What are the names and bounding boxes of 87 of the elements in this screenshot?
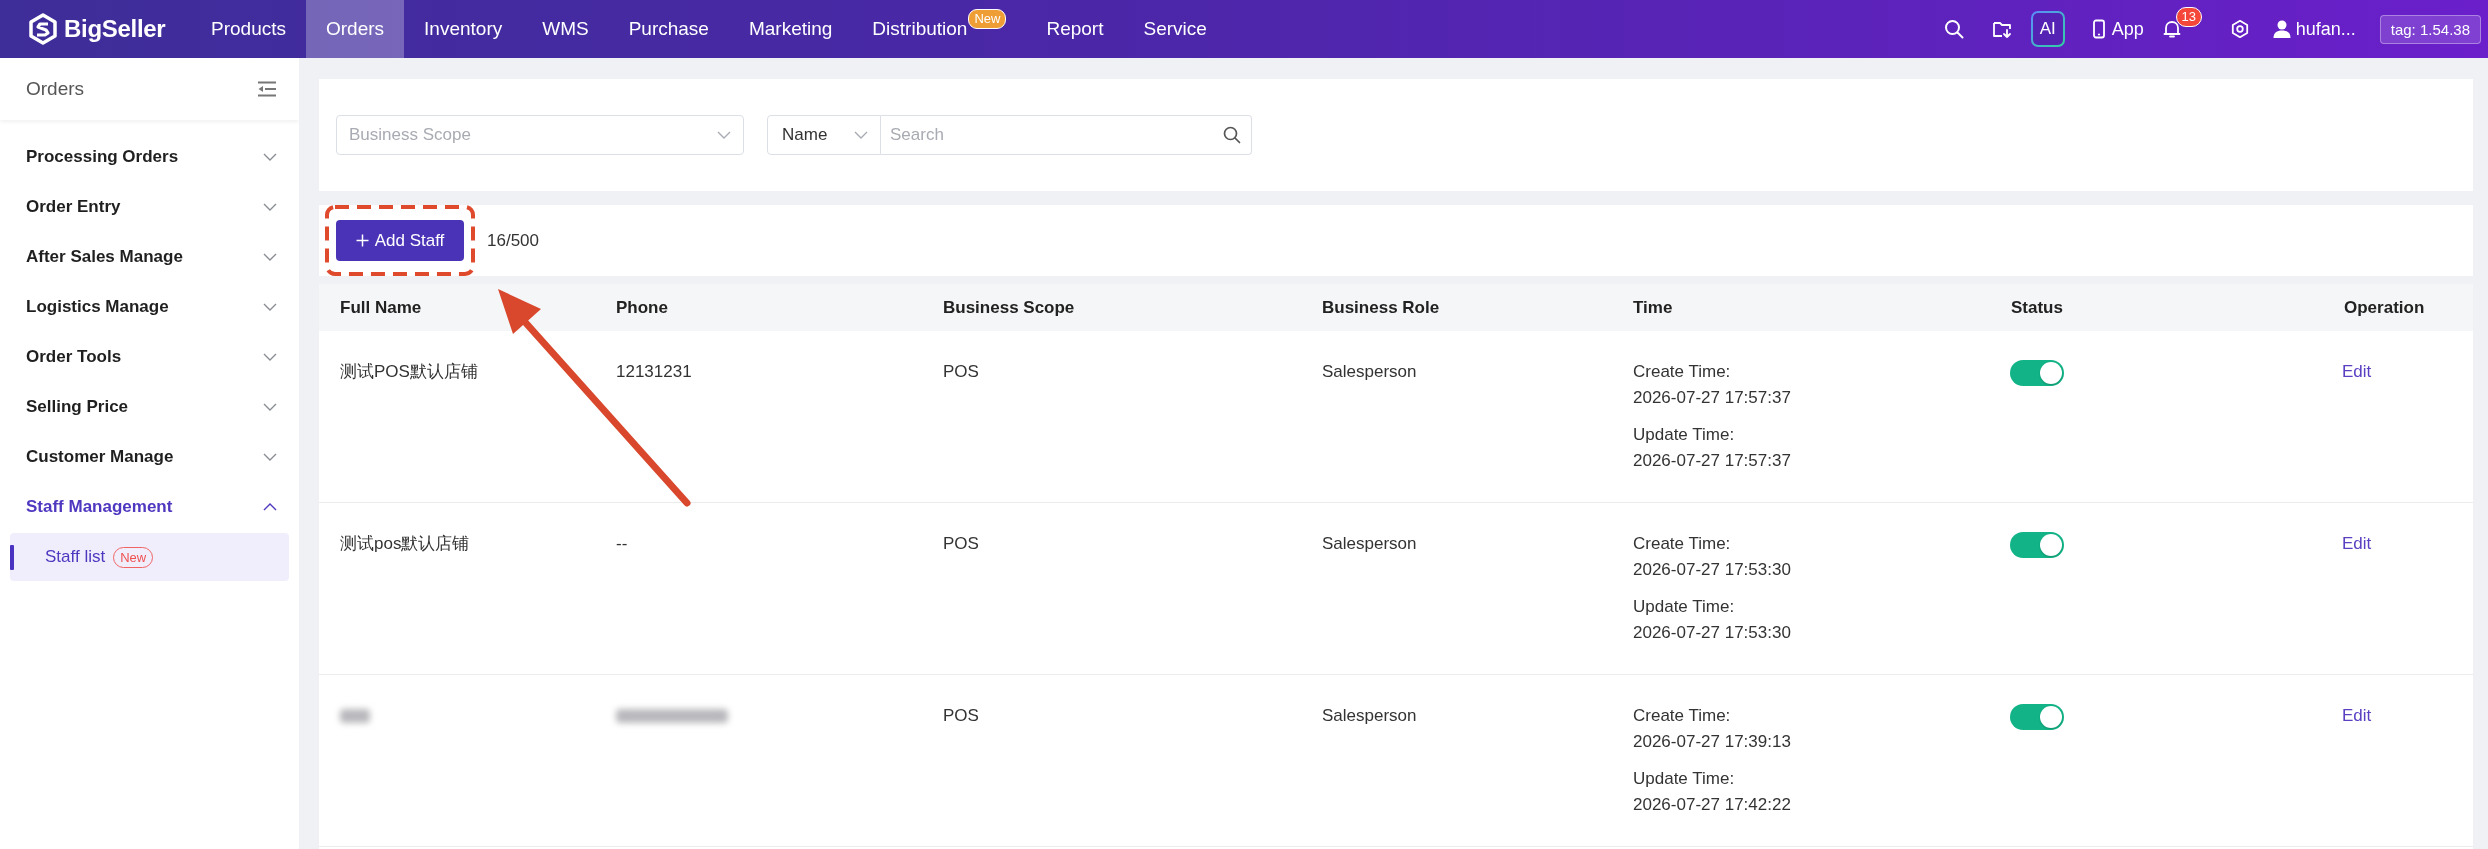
- blurred-name: [340, 709, 370, 723]
- folder-download-icon[interactable]: [1991, 19, 2012, 39]
- chevron-down-icon: [263, 353, 277, 361]
- status-toggle[interactable]: [2010, 532, 2064, 558]
- time-value: 2026-07-27 17:42:22: [1633, 794, 1791, 816]
- ai-assistant-button[interactable]: AI: [2030, 11, 2065, 47]
- staff-count: 16/500: [487, 230, 539, 251]
- logo-text: BigSeller: [64, 15, 166, 43]
- column-header: Business Scope: [942, 297, 1076, 318]
- table-cell: Salesperson: [1322, 706, 1417, 725]
- time-label: Update Time:: [1633, 424, 1735, 446]
- app-link[interactable]: App: [2091, 18, 2144, 40]
- time-value: 2026-07-27 17:57:37: [1633, 387, 1791, 409]
- edit-link[interactable]: Edit: [2342, 362, 2372, 381]
- column-header: Operation: [2343, 297, 2426, 318]
- column-header: Time: [1632, 297, 1674, 318]
- new-badge: New: [968, 9, 1007, 29]
- chevron-up-icon: [263, 503, 277, 511]
- time-label: Update Time:: [1633, 596, 1735, 618]
- time-label: Update Time:: [1633, 768, 1735, 790]
- status-toggle[interactable]: [2010, 360, 2064, 386]
- nav-tab[interactable]: Distribution New: [852, 0, 1027, 58]
- version-tag: tag: 1.54.38: [2379, 14, 2481, 44]
- time-label: Create Time:: [1633, 533, 1731, 555]
- search-field[interactable]: Search: [881, 115, 1252, 155]
- caret-icon: [854, 131, 868, 139]
- time-label: Create Time:: [1633, 361, 1731, 383]
- add-staff-button[interactable]: Add Staff: [336, 220, 464, 261]
- plus-icon: [355, 234, 369, 247]
- table-cell: POS: [943, 362, 979, 381]
- edit-link[interactable]: Edit: [2342, 706, 2372, 725]
- bell-icon[interactable]: [2161, 19, 2182, 39]
- time-value: 2026-07-27 17:39:13: [1633, 731, 1791, 753]
- sidebar-menu-item[interactable]: Selling Price: [0, 382, 299, 432]
- nav-tab[interactable]: Purchase: [608, 0, 729, 58]
- column-header: Status: [2010, 297, 2064, 318]
- phone-icon: [2091, 19, 2106, 39]
- nav-tab[interactable]: WMS: [522, 0, 609, 58]
- settings-icon[interactable]: [2229, 19, 2250, 39]
- search-type-select[interactable]: Name: [767, 115, 881, 155]
- nav-tab[interactable]: Report: [1026, 0, 1124, 58]
- time-value: 2026-07-27 17:53:30: [1633, 622, 1791, 644]
- time-value: 2026-07-27 17:53:30: [1633, 559, 1791, 581]
- edit-link[interactable]: Edit: [2342, 534, 2372, 553]
- business-scope-select[interactable]: Business Scope: [336, 115, 744, 155]
- sidebar-menu-item[interactable]: Processing Orders: [0, 132, 299, 182]
- chevron-down-icon: [263, 203, 277, 211]
- chevron-down-icon: [263, 153, 277, 161]
- sidebar-title: Orders: [26, 78, 85, 100]
- sidebar-menu-item[interactable]: Customer Manage: [0, 432, 299, 482]
- chevron-down-icon: [263, 403, 277, 411]
- status-toggle[interactable]: [2010, 704, 2064, 730]
- table-cell: POS: [943, 706, 979, 725]
- sidebar-menu-item[interactable]: Order Entry: [0, 182, 299, 232]
- search-icon[interactable]: [1223, 126, 1241, 144]
- nav-tab[interactable]: Service: [1123, 0, 1227, 58]
- sidebar-menu-item[interactable]: After Sales Manage: [0, 232, 299, 282]
- column-header: Full Name: [339, 297, 423, 318]
- caret-icon: [717, 131, 731, 139]
- sidebar-menu-item[interactable]: Order Tools: [0, 332, 299, 382]
- time-label: Create Time:: [1633, 705, 1731, 727]
- table-cell: 测试pos默认店铺: [340, 534, 470, 553]
- sidebar-submenu-item[interactable]: Staff list New: [10, 533, 289, 581]
- table-cell: 测试POS默认店铺: [340, 362, 478, 381]
- table-cell: 12131231: [616, 362, 692, 381]
- collapse-menu-icon[interactable]: [257, 81, 277, 97]
- logo-icon: [28, 13, 58, 45]
- notification-count-badge: 13: [2175, 7, 2202, 27]
- nav-tab[interactable]: Products: [191, 0, 306, 58]
- table-cell: --: [616, 534, 628, 553]
- nav-tab[interactable]: Inventory: [404, 0, 523, 58]
- table-cell: POS: [943, 534, 979, 553]
- chevron-down-icon: [263, 253, 277, 261]
- nav-tab[interactable]: Marketing: [728, 0, 853, 58]
- table-cell: Salesperson: [1322, 534, 1417, 553]
- sidebar-menu-item[interactable]: Logistics Manage: [0, 282, 299, 332]
- chevron-down-icon: [263, 453, 277, 461]
- column-header: Phone: [615, 297, 669, 318]
- nav-tab[interactable]: Orders: [306, 0, 405, 58]
- user-icon: [2271, 19, 2292, 39]
- table-cell: Salesperson: [1322, 362, 1417, 381]
- column-header: Business Role: [1321, 297, 1441, 318]
- user-menu[interactable]: hufan...: [2271, 18, 2356, 40]
- time-value: 2026-07-27 17:57:37: [1633, 450, 1791, 472]
- search-icon[interactable]: [1943, 19, 1964, 39]
- chevron-down-icon: [263, 303, 277, 311]
- sidebar-menu-item[interactable]: Staff Management: [0, 482, 299, 532]
